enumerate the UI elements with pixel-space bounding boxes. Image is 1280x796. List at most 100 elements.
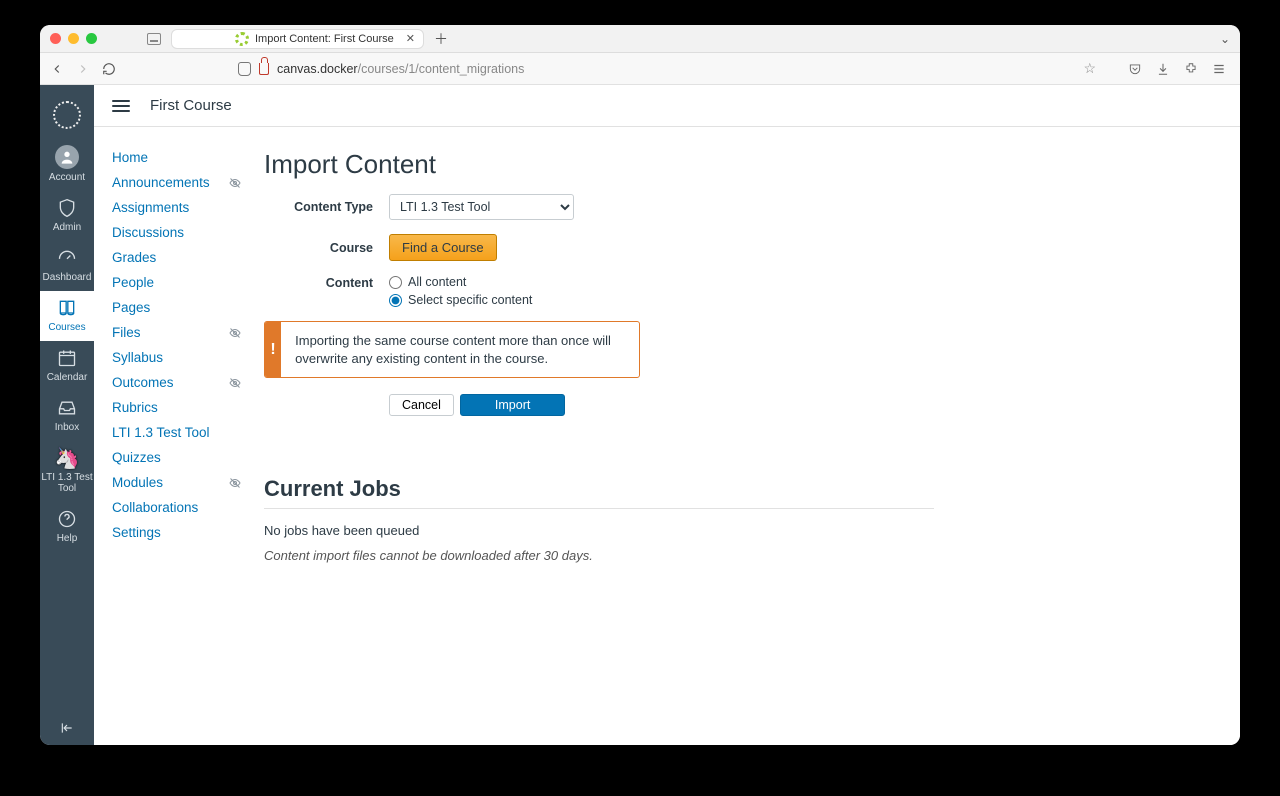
breadcrumb-bar: First Course [94,85,1240,127]
coursenav-home[interactable]: Home [112,145,254,170]
radio-all-content[interactable]: All content [389,275,532,289]
sidebar-toggle-icon[interactable] [147,33,161,45]
overwrite-warning-alert: ! Importing the same course content more… [264,321,640,378]
coursenav-label: Files [112,325,141,340]
nav-account[interactable]: Account [40,139,94,191]
back-button[interactable] [50,62,64,76]
coursenav-announcements[interactable]: Announcements [112,170,254,195]
nav-dashboard[interactable]: Dashboard [40,241,94,291]
coursenav-people[interactable]: People [112,270,254,295]
global-nav: Account Admin Dashboard Courses [40,85,94,745]
coursenav-label: People [112,275,154,290]
nav-label: Inbox [55,422,79,433]
avatar-icon [55,145,79,169]
site-favicon-icon [235,32,249,46]
pocket-icon[interactable] [1128,62,1142,76]
nav-lti-test-tool[interactable]: 🦄 LTI 1.3 Test Tool [40,441,94,502]
dashboard-icon [56,247,78,269]
coursenav-pages[interactable]: Pages [112,295,254,320]
coursenav-label: Collaborations [112,500,198,515]
close-window-button[interactable] [50,33,61,44]
nav-courses[interactable]: Courses [40,291,94,341]
cancel-button[interactable]: Cancel [389,394,454,416]
content-area: Import Content Content Type LTI 1.3 Test… [254,127,1240,745]
nav-label: LTI 1.3 Test Tool [40,472,94,494]
coursenav-lti-test-tool[interactable]: LTI 1.3 Test Tool [112,420,254,445]
page: First Course Home Announcements Assignme… [94,85,1240,745]
nav-label: Dashboard [43,272,92,283]
course-nav-toggle[interactable] [112,100,130,112]
nav-admin[interactable]: Admin [40,191,94,241]
coursenav-files[interactable]: Files [112,320,254,345]
insecure-lock-icon[interactable] [259,63,269,75]
label-course: Course [264,241,389,255]
coursenav-label: Grades [112,250,156,265]
content-type-select[interactable]: LTI 1.3 Test Tool [389,194,574,220]
warning-icon: ! [265,322,281,377]
browser-tab[interactable]: Import Content: First Course ✕ [171,29,424,49]
coursenav-label: Settings [112,525,161,540]
bookmark-star-icon[interactable]: ☆ [1083,60,1096,77]
coursenav-label: Home [112,150,148,165]
coursenav-grades[interactable]: Grades [112,245,254,270]
coursenav-label: Outcomes [112,375,174,390]
page-heading: Import Content [264,149,1210,180]
new-tab-button[interactable]: ＋ [434,29,448,49]
help-icon [56,508,78,530]
radio-specific-input[interactable] [389,294,402,307]
minimize-window-button[interactable] [68,33,79,44]
window-titlebar: Import Content: First Course ✕ ＋ ⌄ [40,25,1240,53]
coursenav-assignments[interactable]: Assignments [112,195,254,220]
address-bar[interactable]: canvas.docker/courses/1/content_migratio… [238,62,524,76]
hidden-eye-icon [228,327,242,339]
nav-label: Courses [48,322,85,333]
tabs-overflow-icon[interactable]: ⌄ [1220,32,1230,46]
nav-label: Help [57,533,78,544]
nav-inbox[interactable]: Inbox [40,391,94,441]
coursenav-label: Announcements [112,175,210,190]
coursenav-label: LTI 1.3 Test Tool [112,425,210,440]
nav-calendar[interactable]: Calendar [40,341,94,391]
forward-button[interactable] [76,62,90,76]
radio-all-input[interactable] [389,276,402,289]
coursenav-collaborations[interactable]: Collaborations [112,495,254,520]
course-nav: Home Announcements Assignments Discussio… [94,127,254,745]
coursenav-outcomes[interactable]: Outcomes [112,370,254,395]
radio-specific-content[interactable]: Select specific content [389,293,532,307]
app-main: Account Admin Dashboard Courses [40,85,1240,745]
collapse-nav-button[interactable] [40,721,94,735]
import-button[interactable]: Import [460,394,565,416]
canvas-logo-icon[interactable] [53,101,81,129]
downloads-icon[interactable] [1156,62,1170,76]
tracking-shield-icon[interactable] [238,62,251,76]
unicorn-icon: 🦄 [56,447,78,469]
label-content: Content [264,275,389,290]
reload-button[interactable] [102,62,116,76]
nav-help[interactable]: Help [40,502,94,552]
hidden-eye-icon [228,377,242,389]
browser-toolbar: canvas.docker/courses/1/content_migratio… [40,53,1240,85]
url-text: canvas.docker/courses/1/content_migratio… [277,62,524,76]
find-course-button[interactable]: Find a Course [389,234,497,261]
nav-label: Account [49,172,85,183]
coursenav-label: Modules [112,475,163,490]
browser-window: Import Content: First Course ✕ ＋ ⌄ canva… [40,25,1240,745]
coursenav-quizzes[interactable]: Quizzes [112,445,254,470]
close-tab-icon[interactable]: ✕ [406,32,415,45]
app-menu-icon[interactable] [1212,62,1226,76]
row-content-type: Content Type LTI 1.3 Test Tool [264,194,1210,220]
breadcrumb-course[interactable]: First Course [150,97,232,114]
tab-title: Import Content: First Course [255,33,394,45]
inbox-icon [56,397,78,419]
coursenav-modules[interactable]: Modules [112,470,254,495]
coursenav-rubrics[interactable]: Rubrics [112,395,254,420]
coursenav-discussions[interactable]: Discussions [112,220,254,245]
coursenav-syllabus[interactable]: Syllabus [112,345,254,370]
coursenav-label: Assignments [112,200,189,215]
extensions-icon[interactable] [1184,62,1198,76]
coursenav-settings[interactable]: Settings [112,520,254,545]
zoom-window-button[interactable] [86,33,97,44]
label-content-type: Content Type [264,200,389,214]
toolbar-right-icons [1128,62,1226,76]
radio-all-label: All content [408,275,466,289]
